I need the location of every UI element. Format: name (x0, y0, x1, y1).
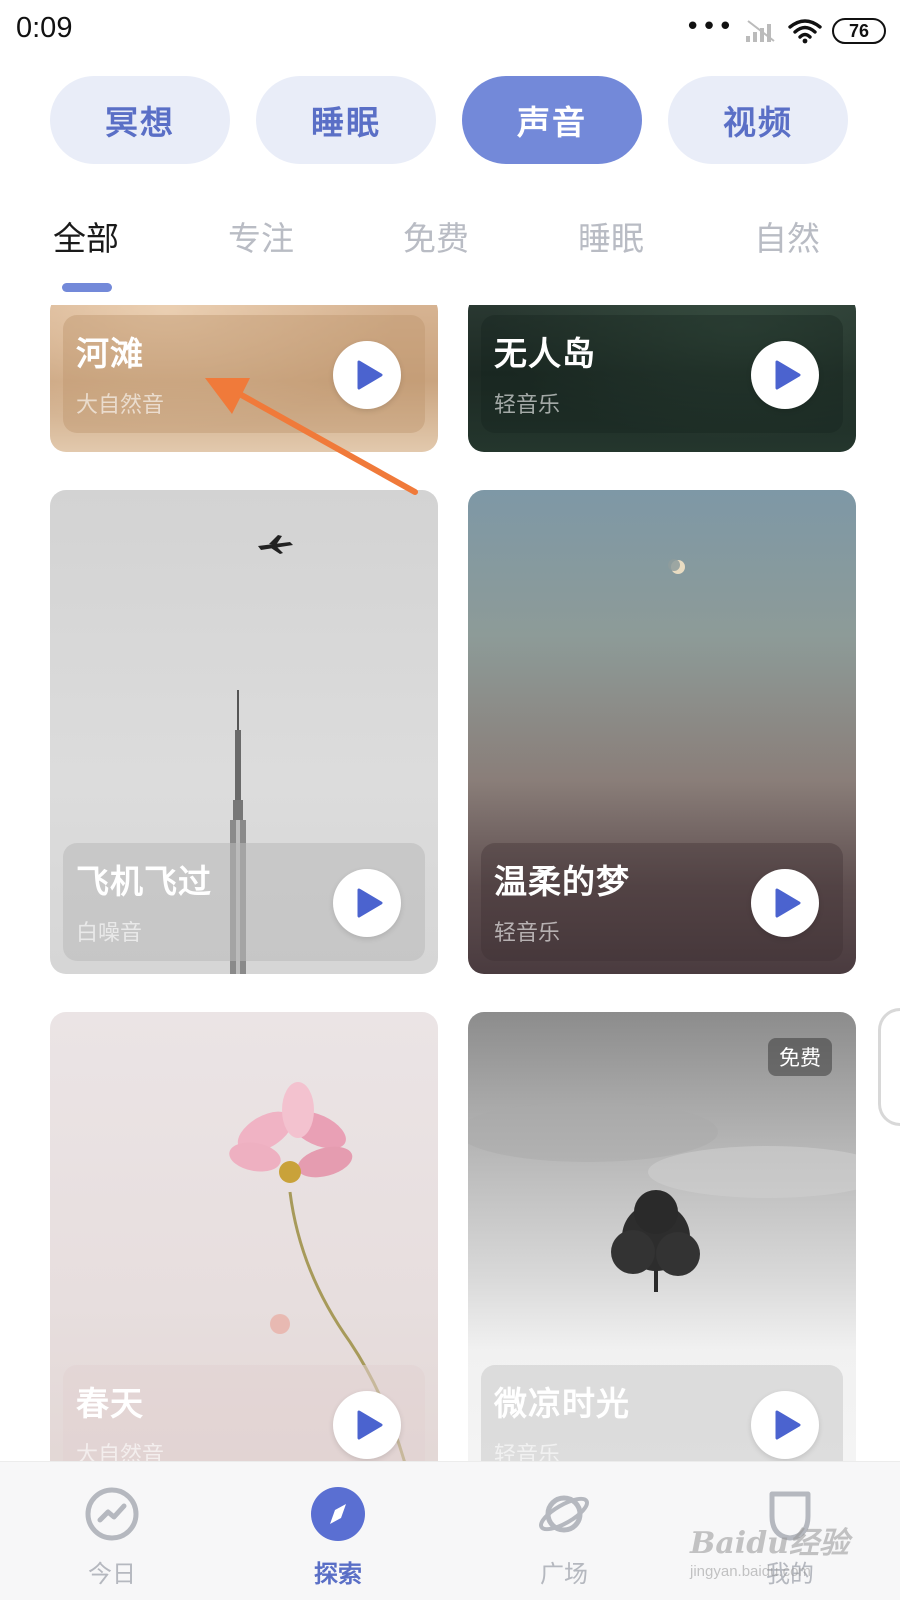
card-info: 河滩 大自然音 (63, 315, 425, 433)
card-title: 飞机飞过 (76, 862, 212, 901)
battery-indicator: 76 (832, 18, 886, 44)
nav-item-square[interactable]: 广场 (484, 1462, 644, 1600)
play-icon (775, 1410, 800, 1440)
play-button[interactable] (333, 1391, 401, 1459)
compass-icon (311, 1487, 365, 1541)
sound-card[interactable]: 温柔的梦 轻音乐 (468, 490, 856, 974)
status-bar: 0:09 ••• 76 (0, 0, 900, 62)
card-info: 飞机飞过 白噪音 (63, 843, 425, 961)
card-title: 无人岛 (494, 334, 596, 373)
category-pills: 冥想 睡眠 声音 视频 (50, 76, 850, 164)
play-icon (775, 888, 800, 918)
card-subtitle: 轻音乐 (494, 1443, 561, 1461)
pill-sleep[interactable]: 睡眠 (256, 76, 436, 164)
tab-free[interactable]: 免费 (403, 212, 469, 260)
card-subtitle: 白噪音 (76, 921, 143, 946)
tab-sleep[interactable]: 睡眠 (578, 212, 644, 260)
tab-nature[interactable]: 自然 (754, 212, 820, 260)
planet-icon (539, 1495, 589, 1533)
play-icon (357, 360, 382, 390)
card-subtitle: 轻音乐 (494, 393, 561, 418)
play-icon (775, 360, 800, 390)
signal-icon (746, 20, 775, 42)
side-drag-handle[interactable] (878, 1008, 900, 1126)
play-button[interactable] (333, 341, 401, 409)
pill-video[interactable]: 视频 (668, 76, 848, 164)
active-tab-indicator (62, 283, 112, 292)
sound-card[interactable]: 春天 大自然音 (50, 1012, 438, 1461)
nav-label: 今日 (88, 1560, 136, 1588)
card-title: 春天 (76, 1384, 144, 1423)
card-title: 温柔的梦 (494, 862, 630, 901)
sound-card[interactable]: 免费 微凉时光 轻音乐 (468, 1012, 856, 1461)
card-title: 微凉时光 (494, 1384, 630, 1423)
play-button[interactable] (751, 1391, 819, 1459)
status-time: 0:09 (16, 12, 73, 44)
play-button[interactable] (333, 869, 401, 937)
free-badge: 免费 (768, 1038, 832, 1076)
nav-item-today[interactable]: 今日 (32, 1462, 192, 1600)
card-info: 春天 大自然音 (63, 1365, 425, 1461)
nav-label: 广场 (540, 1560, 588, 1588)
sound-card[interactable]: 无人岛 轻音乐 (468, 305, 856, 452)
card-info: 温柔的梦 轻音乐 (481, 843, 843, 961)
play-icon (357, 1410, 382, 1440)
status-icons: ••• 76 (684, 12, 886, 46)
card-info: 微凉时光 轻音乐 (481, 1365, 843, 1461)
pill-sound[interactable]: 声音 (462, 76, 642, 164)
sound-card[interactable]: 河滩 大自然音 (50, 305, 438, 452)
play-icon (357, 888, 382, 918)
play-button[interactable] (751, 869, 819, 937)
play-button[interactable] (751, 341, 819, 409)
tab-focus[interactable]: 专注 (228, 212, 294, 260)
card-info: 无人岛 轻音乐 (481, 315, 843, 433)
nav-item-explore[interactable]: 探索 (258, 1462, 418, 1600)
sound-grid: 河滩 大自然音 无人岛 轻音乐 飞机飞过 白噪音 温柔的梦 轻音乐 春天 大自然… (0, 305, 900, 1461)
card-subtitle: 大自然音 (76, 393, 165, 418)
tab-all[interactable]: 全部 (53, 212, 119, 260)
nav-label: 探索 (314, 1560, 362, 1588)
sound-card[interactable]: 飞机飞过 白噪音 (50, 490, 438, 974)
more-dots-icon: ••• (684, 12, 734, 42)
trend-icon (85, 1487, 139, 1541)
watermark-logo: Baidu经验 (690, 1526, 849, 1561)
card-subtitle: 大自然音 (76, 1443, 165, 1461)
watermark-url: jingyan.baidu.com (690, 1563, 811, 1580)
card-title: 河滩 (76, 334, 144, 373)
pill-meditation[interactable]: 冥想 (50, 76, 230, 164)
card-subtitle: 轻音乐 (494, 921, 561, 946)
sub-tabs: 全部 专注 免费 睡眠 自然 (0, 212, 900, 292)
wifi-icon (788, 19, 822, 44)
